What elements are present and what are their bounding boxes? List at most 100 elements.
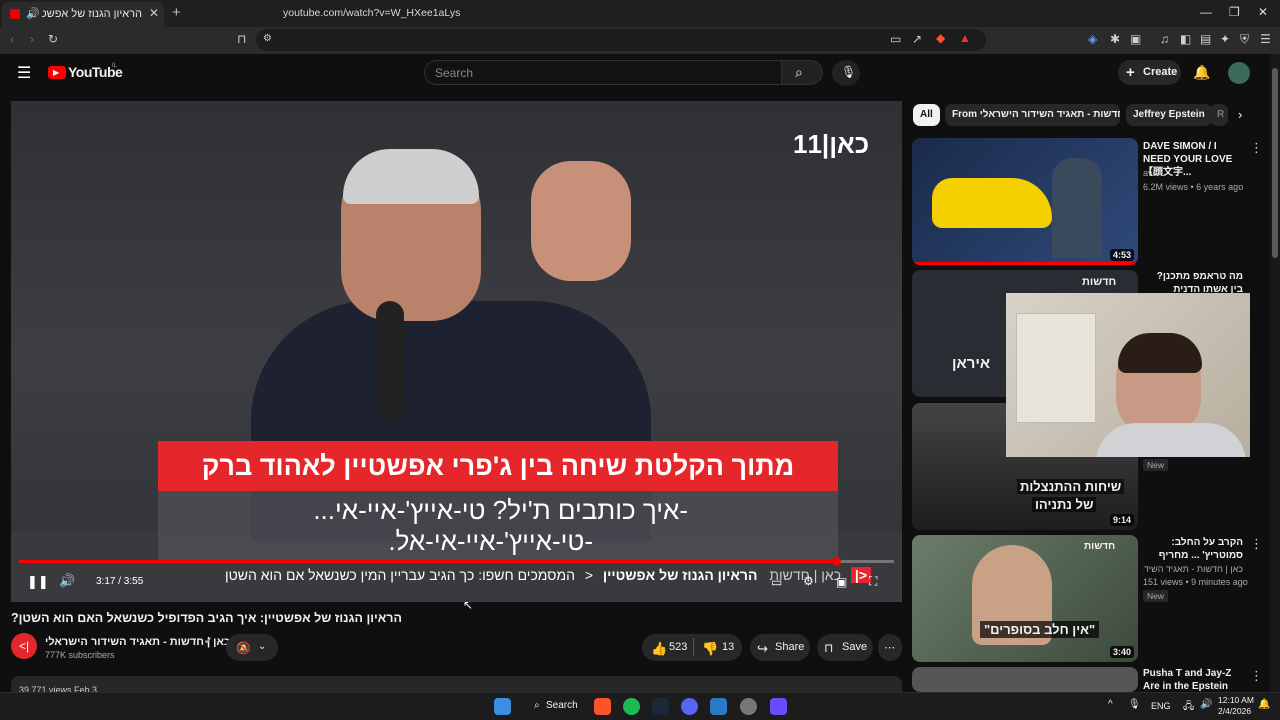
chips-next-icon[interactable]: › bbox=[1238, 107, 1242, 122]
hamburger-menu-icon[interactable]: ☰ bbox=[17, 63, 31, 83]
account-avatar[interactable] bbox=[1228, 62, 1250, 84]
chip-more[interactable]: R bbox=[1210, 104, 1228, 126]
progress-scrubber[interactable] bbox=[832, 557, 842, 566]
voice-search-button[interactable]: 🎙 bbox=[832, 60, 860, 86]
rec-channel-1[interactable]: avex bbox=[1143, 168, 1162, 178]
app-icon[interactable] bbox=[770, 698, 787, 715]
save-button[interactable]: ⊓ Save bbox=[817, 634, 873, 661]
wallet-panel-icon[interactable]: ▤ bbox=[1200, 32, 1211, 46]
scrollbar-thumb[interactable] bbox=[1272, 68, 1278, 258]
rec-thumb-text2-4: "אין חלב בסופרים" bbox=[980, 621, 1100, 638]
minimize-button[interactable]: — bbox=[1200, 5, 1212, 19]
bookmark-icon[interactable]: ⊓ bbox=[237, 32, 246, 46]
chip-jeffrey-epstein[interactable]: Jeffrey Epstein bbox=[1126, 104, 1212, 126]
audio-playing-icon[interactable]: 🔊 bbox=[26, 7, 40, 20]
like-count[interactable]: 523 bbox=[669, 641, 687, 653]
tray-mic-icon[interactable]: 🎙 bbox=[1128, 699, 1141, 710]
anime-figure bbox=[1052, 158, 1102, 258]
discord-app-icon[interactable] bbox=[681, 698, 698, 715]
share-button[interactable]: ↪ Share bbox=[750, 634, 810, 661]
url-bar[interactable] bbox=[256, 29, 986, 51]
chip-from-channel[interactable]: From כאן | חדשות - תאגיד השידור הישראלי bbox=[945, 104, 1120, 126]
rec-title-2[interactable]: מה טראמפ מתכנן? בין אשתו הדנית לפתרון... bbox=[1143, 270, 1243, 294]
forward-icon[interactable]: › bbox=[30, 32, 34, 46]
new-tab-button[interactable]: + bbox=[172, 4, 181, 21]
sidebar-icon[interactable]: ◧ bbox=[1180, 32, 1191, 46]
settings-app-icon[interactable] bbox=[740, 698, 757, 715]
screen-cast-icon[interactable]: ▭ bbox=[890, 32, 901, 46]
brave-app-icon[interactable] bbox=[594, 698, 611, 715]
search-placeholder: Search bbox=[435, 66, 474, 80]
language-indicator[interactable]: ENG bbox=[1151, 701, 1171, 711]
channel-name[interactable]: כאן | חדשות - תאגיד השידור הישראלי bbox=[45, 636, 230, 648]
video-player[interactable]: כאן|11 מתוך הקלטת שיחה בין ג'פרי אפשטיין… bbox=[11, 101, 902, 602]
rec-menu-icon-5[interactable]: ⋮ bbox=[1250, 668, 1263, 684]
notification-icon[interactable]: 🔔 bbox=[1258, 699, 1270, 710]
page-scrollbar[interactable] bbox=[1270, 54, 1280, 692]
reload-icon[interactable]: ↻ bbox=[48, 32, 58, 46]
chip-all[interactable]: All bbox=[913, 104, 940, 126]
site-settings-icon[interactable]: ⚙ bbox=[263, 33, 272, 44]
channel-avatar[interactable]: <| bbox=[11, 633, 37, 659]
vpn-shield-icon[interactable]: ⛨ bbox=[1240, 32, 1249, 47]
video-title: הראיון הגנוז של אפשטיין: איך הגיב הפדופי… bbox=[11, 611, 402, 625]
speaker-hair bbox=[343, 149, 479, 204]
clock-time[interactable]: 12:10 AM bbox=[1218, 695, 1254, 705]
taskbar-search-icon[interactable]: ⌕ bbox=[534, 700, 540, 711]
share-page-icon[interactable]: ↗ bbox=[912, 32, 922, 46]
extensions-icon[interactable]: ✱ bbox=[1110, 32, 1120, 46]
new-badge-3: New bbox=[1143, 459, 1169, 471]
rec-menu-icon-4[interactable]: ⋮ bbox=[1250, 536, 1263, 552]
subtitles-icon[interactable]: ▭ bbox=[771, 575, 782, 589]
close-window-button[interactable]: ✕ bbox=[1258, 5, 1268, 19]
back-icon[interactable]: ‹ bbox=[10, 32, 14, 46]
rec-channel-4[interactable]: כאן | חדשות - תאגיד השידור הישרא... bbox=[1143, 564, 1243, 574]
create-button[interactable]: + Create bbox=[1118, 60, 1181, 85]
dislike-icon[interactable]: 👎 bbox=[702, 641, 718, 657]
rec-title-4[interactable]: הקרב על החלב: סמוטריץ' ... מחריף את העצי… bbox=[1143, 536, 1243, 562]
pause-button[interactable]: ❚❚ bbox=[27, 574, 49, 590]
url-text[interactable]: youtube.com/watch?v=W_HXee1aLys bbox=[283, 7, 460, 19]
network-icon[interactable]: 🖧 bbox=[1183, 699, 1194, 716]
fullscreen-icon[interactable]: ⛶ bbox=[869, 574, 877, 589]
dislike-count[interactable]: 13 bbox=[722, 641, 734, 653]
subscribed-bell-button[interactable]: 🔕 ⌄ bbox=[226, 634, 278, 661]
spotify-app-icon[interactable] bbox=[623, 698, 640, 715]
browser-tab[interactable]: 🔊 הראיון הגנוז של אפשטיין: איך ✕ bbox=[2, 2, 164, 27]
rec-title-5[interactable]: Pusha T and Jay-Z Are in the Epstein Fil… bbox=[1143, 667, 1243, 692]
search-button[interactable]: ⌕ bbox=[781, 60, 823, 85]
clock-date[interactable]: 2/4/2026 bbox=[1218, 706, 1251, 716]
notifications-bell-icon[interactable]: 🔔 bbox=[1193, 64, 1210, 81]
rec-thumb-text2-3: של נתניהו bbox=[1032, 497, 1097, 512]
settings-gear-icon[interactable]: ⚙ bbox=[803, 574, 814, 588]
tray-chevron-icon[interactable]: ^ bbox=[1108, 699, 1113, 710]
media-icon[interactable]: ♫ bbox=[1160, 32, 1169, 46]
volume-tray-icon[interactable]: 🔊 bbox=[1200, 699, 1212, 710]
taskbar-search-label[interactable]: Search bbox=[546, 700, 578, 711]
start-icon[interactable] bbox=[494, 698, 511, 715]
brave-rewards-icon[interactable]: ▲ bbox=[959, 31, 971, 45]
tab-close-icon[interactable]: ✕ bbox=[149, 6, 159, 20]
rec-thumbnail-4[interactable]: חדשות "אין חלב בסופרים" 3:40 bbox=[912, 535, 1138, 662]
duration-badge: 4:53 bbox=[1109, 249, 1134, 261]
microphone-icon: 🎙 bbox=[841, 65, 857, 79]
brave-shields-icon[interactable]: ◆ bbox=[936, 31, 945, 45]
miniplayer-icon[interactable]: ▣ bbox=[836, 575, 847, 589]
menu-icon[interactable]: ☰ bbox=[1260, 32, 1271, 46]
rec-menu-icon-1[interactable]: ⋮ bbox=[1250, 140, 1263, 156]
yellow-car bbox=[932, 178, 1052, 228]
more-actions-button[interactable]: ⋯ bbox=[878, 634, 902, 661]
like-icon[interactable]: 👍 bbox=[651, 641, 667, 657]
rec-thumbnail-1[interactable]: 4:53 bbox=[912, 138, 1138, 265]
streamer-hair bbox=[1118, 333, 1202, 373]
tab-search-icon[interactable]: ▣ bbox=[1130, 32, 1141, 46]
photos-app-icon[interactable] bbox=[710, 698, 727, 715]
search-input[interactable]: Search bbox=[424, 60, 782, 85]
wallet-icon[interactable]: ◈ bbox=[1088, 32, 1097, 46]
cabinet bbox=[1016, 313, 1096, 423]
rec-thumbnail-5[interactable] bbox=[912, 667, 1138, 692]
leo-ai-icon[interactable]: ✦ bbox=[1220, 32, 1230, 46]
steam-app-icon[interactable] bbox=[652, 698, 669, 715]
restore-button[interactable]: ❐ bbox=[1229, 5, 1240, 19]
volume-icon[interactable]: 🔊 bbox=[59, 573, 75, 589]
